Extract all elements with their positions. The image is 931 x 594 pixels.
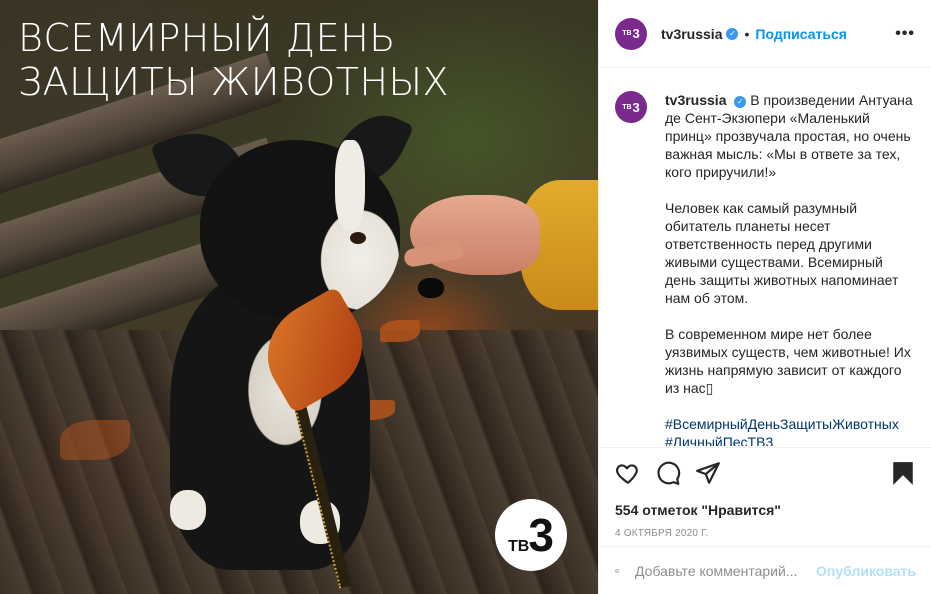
- fallen-leaf: [60, 420, 130, 460]
- separator-dot: •: [744, 25, 750, 42]
- share-paper-plane-icon[interactable]: [695, 460, 721, 486]
- caption-username[interactable]: tv3russia: [665, 92, 726, 108]
- post-header: ТВ 3 tv3russia ✓ • Подписаться •••: [599, 0, 931, 68]
- post-actions: 554 отметок "Нравится" 4 октября 2020 г.: [599, 447, 931, 539]
- logo-tv: ТВ: [508, 538, 530, 555]
- follow-button[interactable]: Подписаться: [755, 26, 847, 42]
- image-overlay-title: Всемирный день защиты животных: [18, 16, 449, 104]
- caption: ТВ 3 tv3russia ✓ В произведении Антуана д…: [615, 91, 916, 446]
- verified-check-icon: ✓: [734, 96, 747, 108]
- caption-paragraph: В современном мире нет более уязвимых су…: [665, 325, 915, 397]
- verified-check-icon: ✓: [726, 27, 739, 40]
- comments-area[interactable]: ТВ 3 tv3russia ✓ В произведении Антуана д…: [599, 69, 931, 446]
- more-options-icon[interactable]: •••: [895, 25, 915, 43]
- tv3-logo: ТВ 3: [495, 499, 567, 571]
- overlay-title-line: защиты животных: [18, 60, 450, 104]
- caption-paragraph-text: В современном мире нет более уязвимых су…: [665, 326, 911, 396]
- puppy-eye: [350, 232, 366, 244]
- hashtags: #ВсемирныйДеньЗащитыЖивотных #ЛичныйПесТ…: [665, 415, 915, 446]
- hashtag-link[interactable]: #ВсемирныйДеньЗащитыЖивотных: [665, 415, 915, 433]
- avatar-tv: ТВ: [622, 103, 632, 111]
- comment-input[interactable]: [635, 562, 817, 579]
- username-link[interactable]: tv3russia: [661, 26, 722, 42]
- bookmark-icon[interactable]: [890, 460, 916, 486]
- likes-count[interactable]: 554 отметок "Нравится": [615, 502, 916, 518]
- avatar-num: 3: [632, 26, 640, 41]
- avatar[interactable]: ТВ 3: [615, 91, 647, 123]
- overlay-title-line: Всемирный день: [18, 16, 396, 60]
- caption-paragraph: tv3russia ✓ В произведении Антуана де Се…: [665, 91, 915, 181]
- smiley-icon[interactable]: [615, 559, 619, 583]
- puppy: [150, 101, 444, 589]
- avatar-tv: ТВ: [622, 30, 632, 37]
- instagram-post: Всемирный день защиты животных ТВ 3 ТВ 3 …: [0, 0, 931, 594]
- logo-num: 3: [528, 509, 554, 561]
- avatar[interactable]: ТВ 3: [615, 17, 647, 50]
- tv3-logo-text: ТВ 3: [508, 512, 554, 558]
- puppy-blaze: [335, 140, 365, 230]
- puppy-nose: [418, 278, 444, 298]
- post-comment-button[interactable]: Опубликовать: [816, 563, 916, 579]
- heart-icon[interactable]: [615, 460, 641, 486]
- caption-text: tv3russia ✓ В произведении Антуана де Се…: [665, 91, 915, 446]
- puppy-paw-left: [170, 490, 206, 530]
- post-side-panel: ТВ 3 tv3russia ✓ • Подписаться ••• ТВ 3 tv…: [598, 0, 931, 594]
- unsupported-emoji-glyph: ▯: [705, 380, 714, 396]
- post-date[interactable]: 4 октября 2020 г.: [615, 528, 916, 539]
- avatar-num: 3: [632, 99, 640, 115]
- post-image[interactable]: Всемирный день защиты животных ТВ 3: [0, 0, 598, 594]
- action-icons-row: [615, 460, 916, 486]
- comment-bubble-icon[interactable]: [655, 460, 681, 486]
- add-comment-bar: Опубликовать: [599, 546, 931, 594]
- caption-paragraph: Человек как самый разумный обитатель пла…: [665, 200, 899, 306]
- hashtag-link[interactable]: #ЛичныйПесТВ3: [665, 433, 915, 446]
